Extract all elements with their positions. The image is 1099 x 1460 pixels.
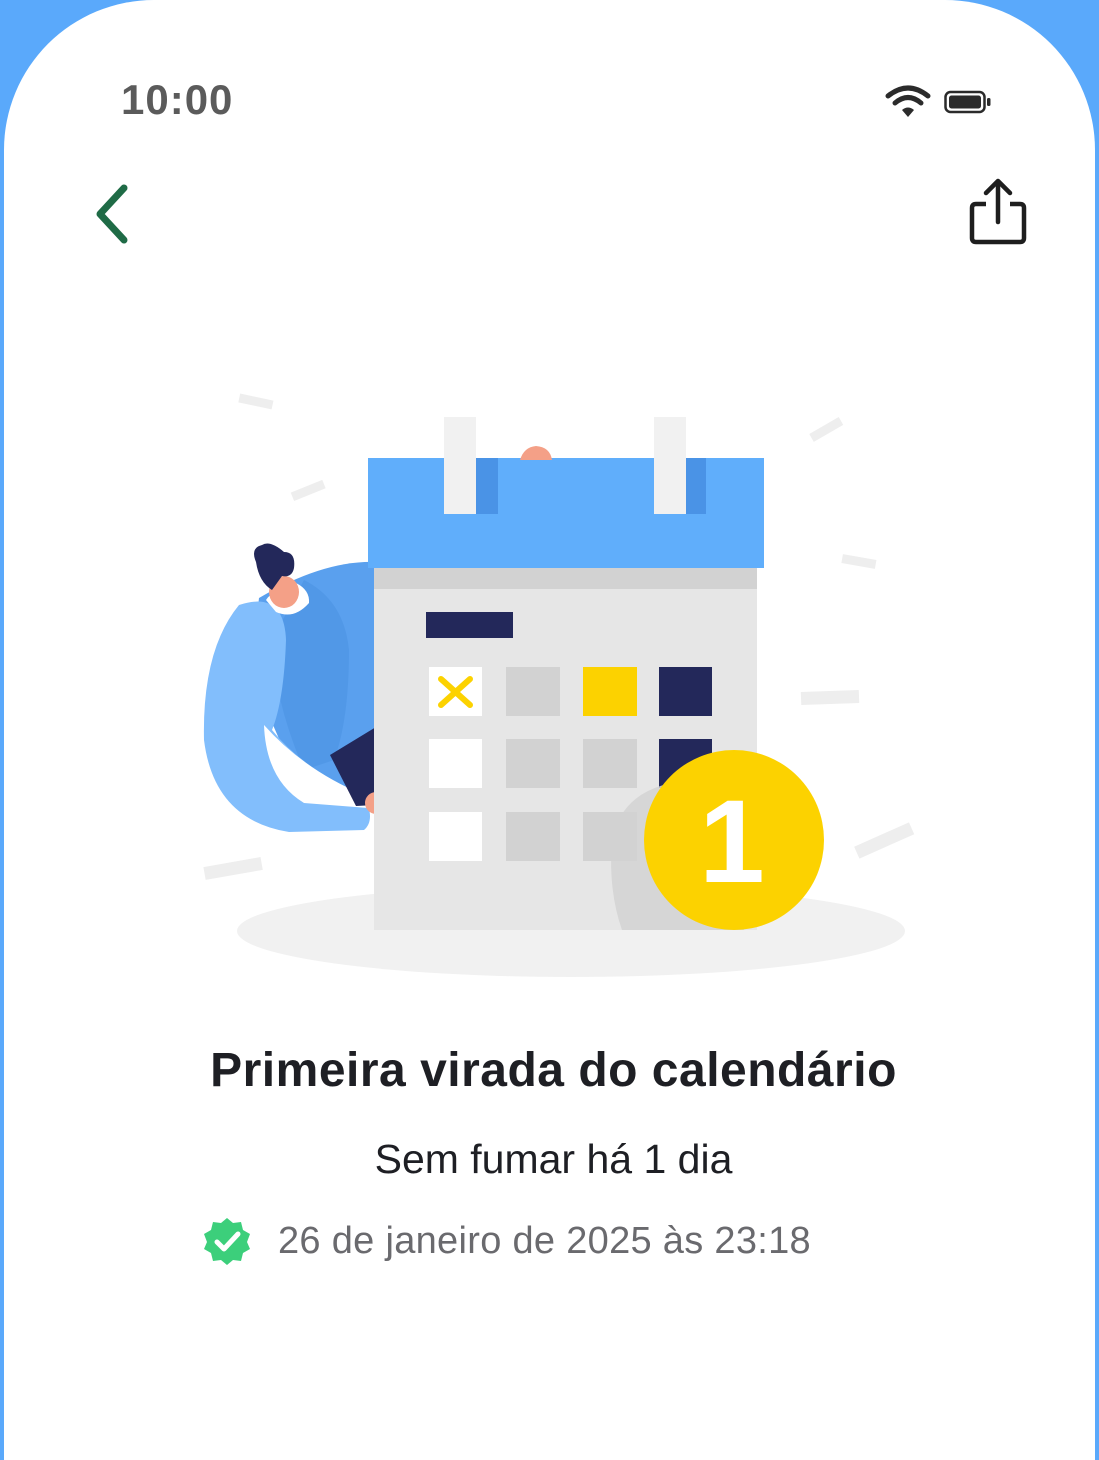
achievement-title: Primeira virada do calendário	[210, 1044, 897, 1097]
wifi-icon	[885, 85, 931, 117]
verified-badge-icon	[204, 1218, 250, 1265]
day-count-badge: 1	[644, 750, 824, 930]
achievement-subtitle: Sem fumar há 1 dia	[374, 1136, 733, 1182]
status-time: 10:00	[121, 76, 234, 123]
status-icons	[884, 84, 992, 120]
screen: 10:00 1 Primeira virada do calendário Se…	[4, 0, 1095, 1460]
achievement-date: 26 de janeiro de 2025 às 23:18	[278, 1219, 811, 1262]
badge-number: 1	[699, 776, 765, 908]
share-icon	[969, 178, 1027, 245]
back-button[interactable]	[84, 176, 144, 252]
share-button[interactable]	[964, 174, 1034, 250]
achievement-date-row: 26 de janeiro de 2025 às 23:18	[202, 1216, 811, 1266]
chevron-left-icon	[96, 184, 128, 244]
calendar-illustration: 1	[203, 393, 915, 977]
person-figure	[203, 543, 387, 832]
battery-icon	[944, 90, 991, 114]
